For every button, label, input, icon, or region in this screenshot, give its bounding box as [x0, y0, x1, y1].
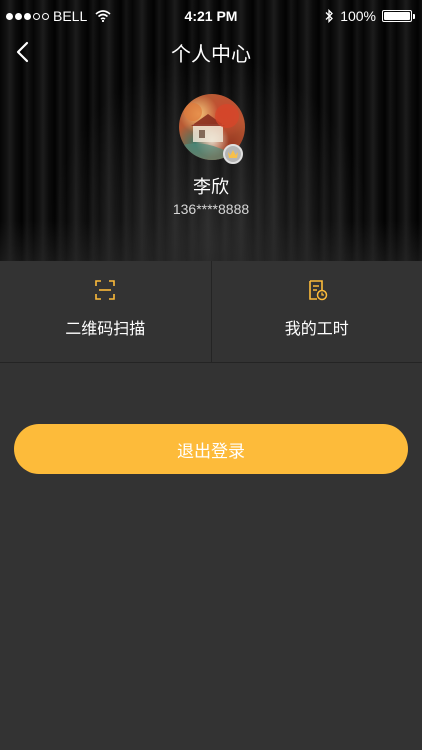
work-hours-button[interactable]: 我的工时 — [210, 261, 422, 362]
vip-badge-icon — [223, 144, 243, 164]
page-title: 个人中心 — [171, 44, 251, 66]
screen: BELL 4:21 PM 100% 个人中心 李欣 136****8888 二维… — [0, 0, 422, 750]
status-bar: BELL 4:21 PM 100% — [0, 0, 422, 32]
logout-button[interactable]: 退出登录 — [14, 424, 408, 474]
work-hours-icon — [308, 280, 327, 301]
user-phone: 136****8888 — [172, 201, 250, 217]
scan-icon — [95, 280, 116, 300]
status-right: 100% — [324, 8, 415, 24]
qr-scan-button[interactable]: 二维码扫描 — [0, 261, 211, 362]
bluetooth-icon — [325, 9, 334, 23]
action-grid: 二维码扫描 我的工时 — [0, 261, 422, 363]
battery-label: 100% — [340, 8, 376, 24]
qr-scan-label: 二维码扫描 — [65, 321, 146, 338]
work-hours-label: 我的工时 — [284, 321, 349, 338]
battery-icon — [382, 10, 415, 22]
user-name: 李欣 — [193, 177, 229, 197]
